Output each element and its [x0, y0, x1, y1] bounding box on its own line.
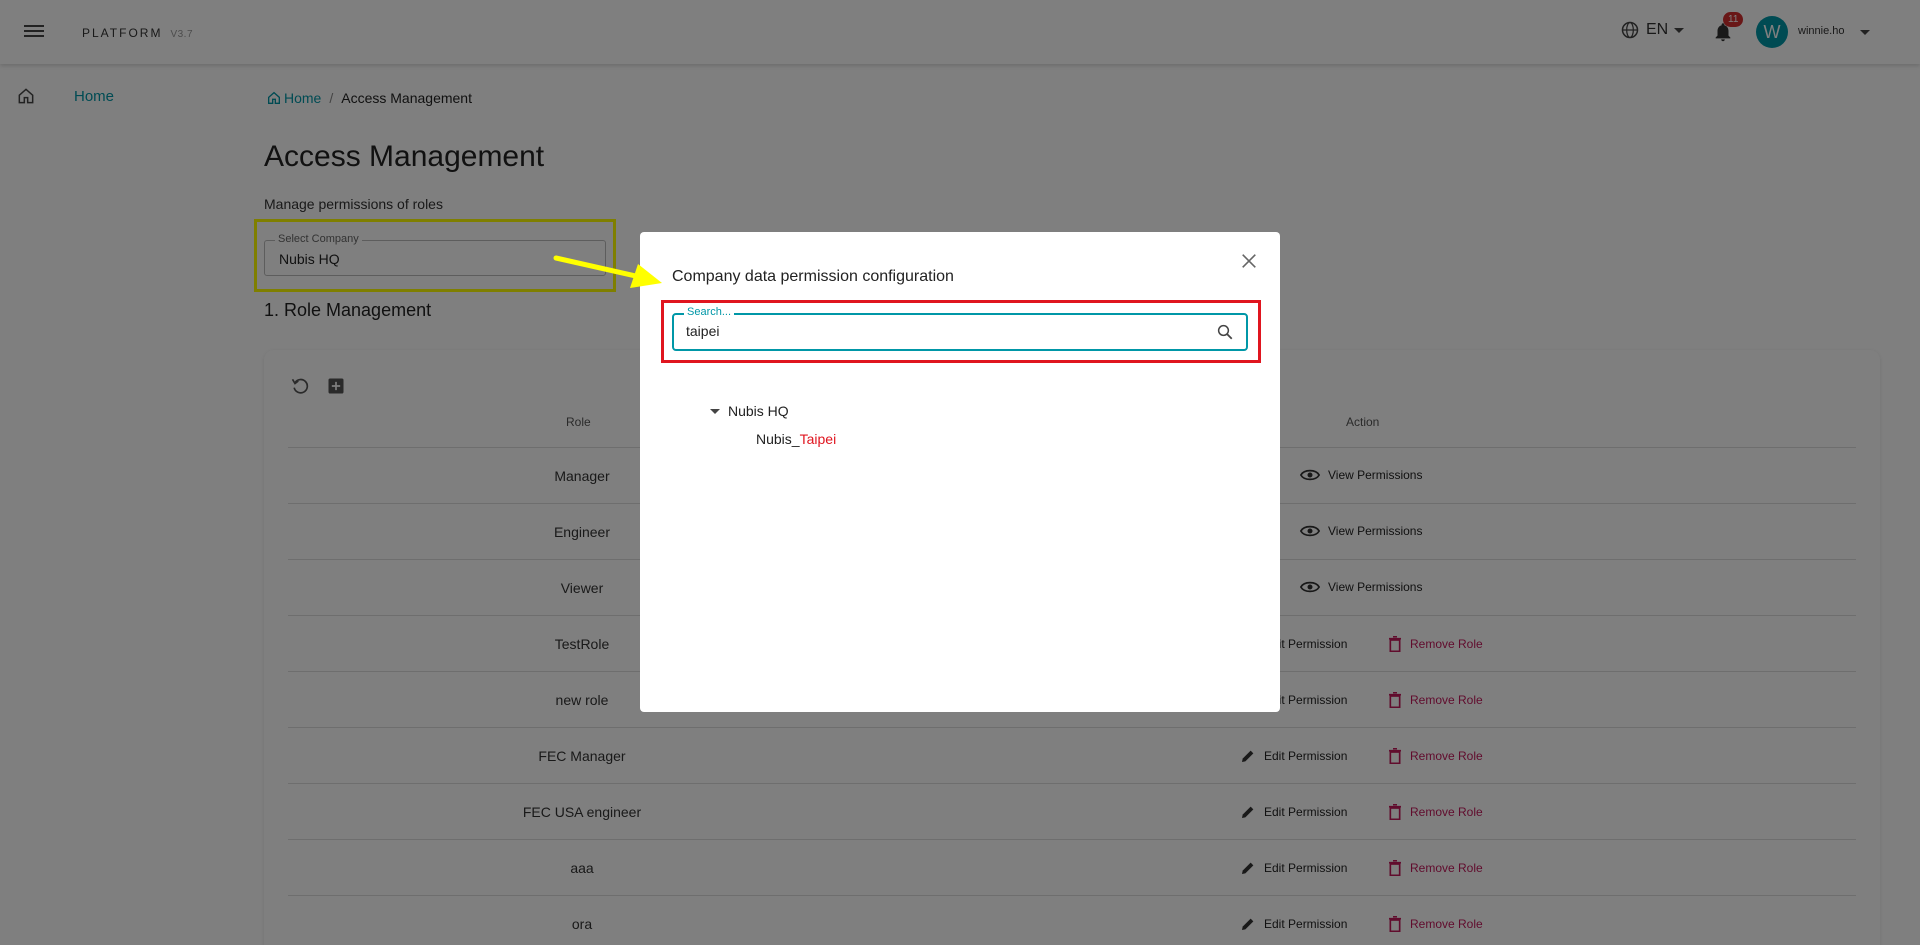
- tree-node-label: Nubis HQ: [728, 403, 789, 419]
- yellow-arrow-annotation: [553, 255, 662, 288]
- close-icon[interactable]: [1240, 252, 1258, 270]
- dialog-title: Company data permission configuration: [672, 268, 954, 285]
- tree-node-label: Nubis_: [756, 431, 800, 447]
- caret-down-icon[interactable]: [710, 408, 720, 414]
- tree-node-root[interactable]: Nubis HQ: [710, 403, 789, 419]
- tree-node-child[interactable]: Nubis_Taipei: [756, 431, 836, 447]
- red-highlight-box: [661, 300, 1261, 363]
- search-match-highlight: Taipei: [799, 431, 837, 447]
